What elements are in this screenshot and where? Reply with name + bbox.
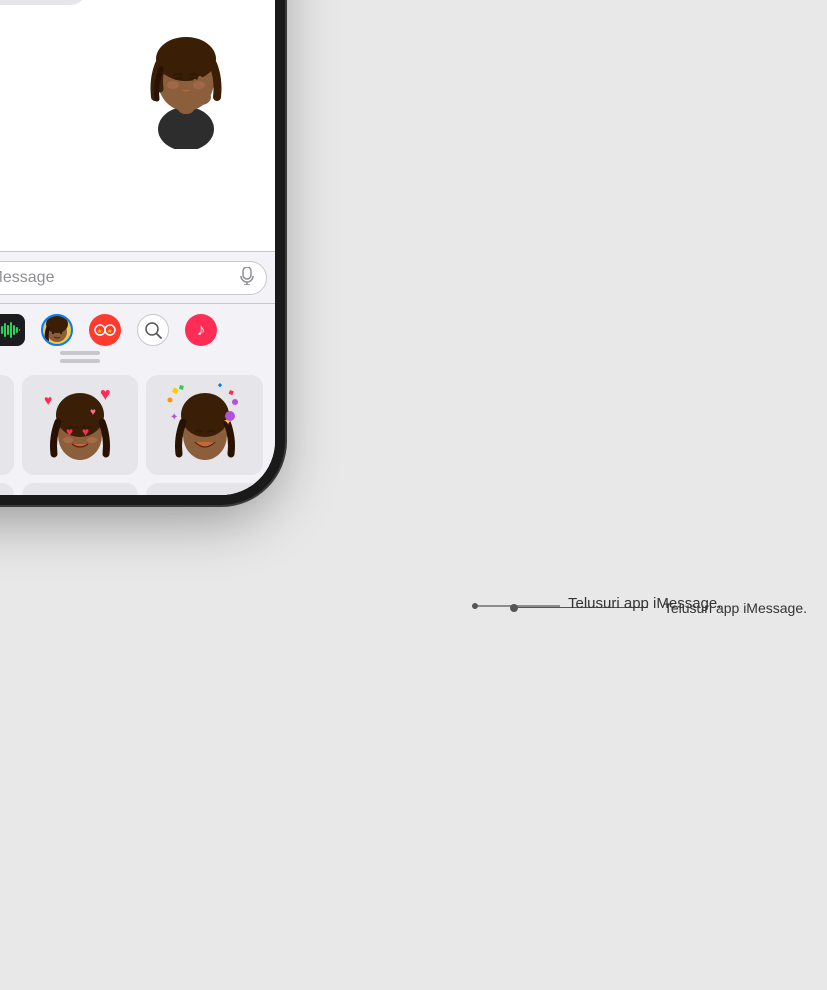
scene: 09.41 [0, 0, 827, 990]
phone-frame: 09.41 [0, 0, 275, 495]
input-placeholder: iMessage [0, 269, 54, 287]
annotation-label: Telusuri app iMessage. [568, 595, 721, 612]
message-bubble: Breakfast burritos ? 🌯 [0, 0, 88, 5]
memoji-drawer-icon[interactable] [41, 314, 73, 346]
svg-text:★: ★ [107, 328, 112, 335]
sticker-cell[interactable]: ♥ ♥ ♥ ♥ ♥ [22, 375, 139, 475]
svg-text:★: ★ [97, 328, 102, 335]
sticker-grid: ✨ ✨ ♥ ♥ ♥ ♥ ♥ [0, 363, 275, 495]
input-area: A iMessage [0, 251, 275, 303]
svg-text:♥: ♥ [44, 392, 52, 408]
drag-indicator [60, 359, 100, 363]
sticker-cell[interactable]: ✨ ✨ [0, 375, 14, 475]
fun-stickers-drawer-icon[interactable]: ★ ★ [89, 314, 121, 346]
memoji-sticker [0, 9, 263, 149]
svg-text:✦: ✦ [170, 412, 178, 423]
microphone-icon[interactable] [240, 267, 254, 288]
message-row: Breakfast burritos ? 🌯 [0, 0, 263, 5]
sticker-cell[interactable] [146, 483, 263, 495]
messages-area: Hey... I'm running late No worries, me t… [0, 0, 275, 251]
soundbite-drawer-icon[interactable] [0, 314, 25, 346]
music-drawer-icon[interactable]: ♪ [185, 314, 217, 346]
sticker-cell[interactable]: ✦ ✦ [146, 375, 263, 475]
message-input[interactable]: iMessage [0, 261, 267, 295]
sticker-cell[interactable] [22, 483, 139, 495]
search-drawer-icon[interactable] [137, 314, 169, 346]
app-drawer: A [0, 303, 275, 355]
svg-text:♥: ♥ [100, 384, 111, 404]
svg-text:♥: ♥ [90, 407, 96, 418]
sticker-cell[interactable] [0, 483, 14, 495]
